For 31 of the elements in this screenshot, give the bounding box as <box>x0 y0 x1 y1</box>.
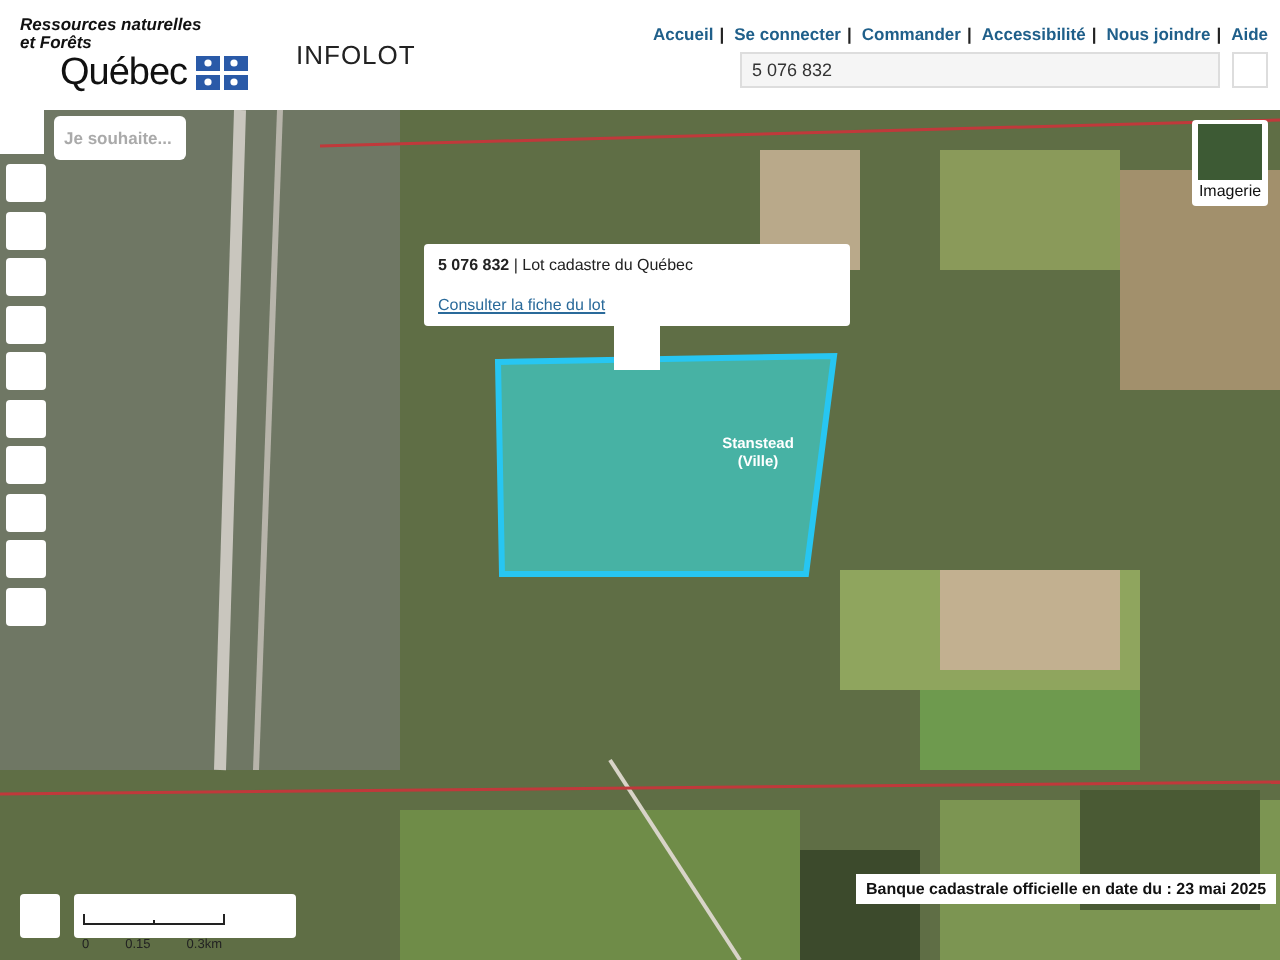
app-title: INFOLOT <box>296 40 416 70</box>
nav-separator: | <box>966 23 972 43</box>
nav-link[interactable]: Aide <box>1231 23 1268 43</box>
flag-logo-icon <box>195 56 248 90</box>
map-tool-button[interactable] <box>6 399 46 437</box>
lot-polygon[interactable] <box>492 350 840 580</box>
nav-link[interactable]: Commander <box>861 23 961 43</box>
nav-link[interactable]: Nous joindre <box>1106 23 1211 43</box>
imagery-thumbnail <box>1198 124 1262 180</box>
nav-separator: | <box>1091 23 1097 43</box>
ministry-name: Ressources naturelles <box>20 15 204 33</box>
search-field[interactable]: 5 076 832 <box>740 51 1220 87</box>
search-submit-button[interactable] <box>1232 51 1268 87</box>
action-search-field[interactable]: Je souhaite... <box>54 116 186 160</box>
nav-link[interactable]: Se connecter <box>734 23 841 43</box>
lot-details-link[interactable]: Consulter la fiche du lot <box>438 296 836 314</box>
logo-wordmark: Québec <box>60 51 188 95</box>
nav-link[interactable]: Accessibilité <box>981 23 1086 43</box>
map-tool-button[interactable] <box>6 211 46 249</box>
map-tool-button[interactable] <box>6 587 46 625</box>
nav-link[interactable]: Accueil <box>652 23 714 43</box>
popup-heading: 5 076 832 | Lot cadastre du Québec <box>438 256 696 274</box>
map-tool-button[interactable] <box>6 493 46 531</box>
imagery-button[interactable]: Imagerie <box>1192 120 1268 206</box>
nav-separator: | <box>846 23 852 43</box>
data-date-banner: Banque cadastrale officielle en date du : 23 mai 2025 <box>856 874 1277 904</box>
scale-bar-icon <box>82 914 226 926</box>
nav-separator: | <box>1216 23 1222 43</box>
map-tool-button[interactable] <box>6 305 46 343</box>
ministry-name: et Forêts <box>20 33 94 51</box>
nav-separator: | <box>719 23 725 43</box>
